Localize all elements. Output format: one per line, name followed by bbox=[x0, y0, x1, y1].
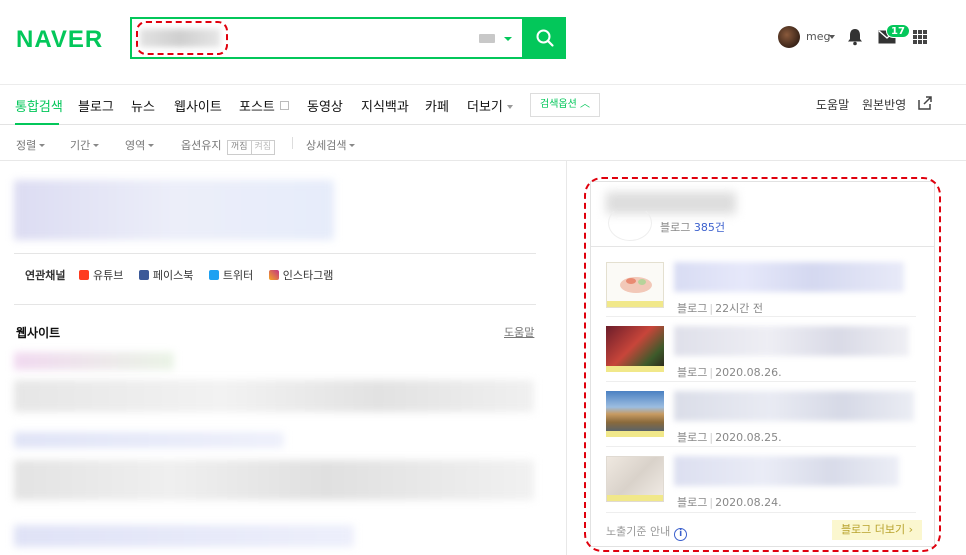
instagram-icon bbox=[268, 270, 279, 280]
tab-post-label: 포스트 bbox=[239, 100, 275, 115]
redacted-text bbox=[14, 460, 534, 500]
search-options-button[interactable]: 검색옵션 ︿ bbox=[530, 93, 600, 117]
apps-grid-icon[interactable] bbox=[913, 30, 927, 44]
chevron-down-icon bbox=[148, 144, 155, 147]
help-link[interactable]: 도움말 bbox=[816, 96, 849, 113]
youtube-icon bbox=[78, 270, 89, 280]
query-highlight-outline bbox=[136, 21, 228, 55]
bell-icon[interactable] bbox=[847, 28, 863, 46]
keep-option-on-toggle[interactable]: 켜짐 bbox=[251, 140, 276, 155]
filter-period-label: 기간 bbox=[70, 139, 91, 152]
channel-instagram-label: 인스타그램 bbox=[282, 269, 334, 282]
filter-divider bbox=[292, 137, 293, 149]
tab-encyclopedia[interactable]: 지식백과 bbox=[361, 96, 409, 115]
search-icon bbox=[536, 29, 554, 47]
website-section-title: 웹사이트 bbox=[16, 326, 61, 340]
filter-bar: 정렬 기간 영역 옵션유지 꺼짐 켜짐 상세검색 bbox=[0, 125, 966, 161]
search-tabs: 통합검색 블로그 뉴스 웹사이트 포스트 동영상 지식백과 카페 더보기 검색옵… bbox=[0, 84, 966, 125]
channel-facebook-label: 페이스북 bbox=[152, 269, 194, 282]
tab-cafe[interactable]: 카페 bbox=[425, 96, 449, 115]
channel-instagram[interactable]: 인스타그램 bbox=[268, 269, 334, 282]
redacted-text bbox=[14, 380, 534, 412]
tab-blog[interactable]: 블로그 bbox=[78, 96, 114, 115]
redacted-link[interactable] bbox=[14, 525, 354, 547]
chevron-down-icon bbox=[39, 144, 46, 147]
search-button[interactable] bbox=[524, 17, 566, 59]
facebook-icon bbox=[138, 270, 149, 280]
filter-keep-option: 옵션유지 꺼짐 켜짐 bbox=[181, 137, 276, 155]
filter-area[interactable]: 영역 bbox=[125, 137, 155, 153]
filter-sort-label: 정렬 bbox=[16, 139, 37, 152]
header: NAVER meg 17 bbox=[0, 0, 966, 84]
filter-detail[interactable]: 상세검색 bbox=[306, 137, 356, 153]
tab-news[interactable]: 뉴스 bbox=[131, 96, 155, 115]
redacted-banner bbox=[14, 180, 334, 240]
divider bbox=[14, 253, 536, 254]
twitter-icon bbox=[208, 270, 219, 280]
chevron-down-icon bbox=[506, 105, 513, 109]
channel-twitter-label: 트위터 bbox=[222, 269, 254, 282]
tab-more-label: 더보기 bbox=[467, 100, 503, 115]
channel-twitter[interactable]: 트위터 bbox=[208, 269, 254, 282]
filter-detail-label: 상세검색 bbox=[306, 139, 347, 152]
channel-youtube-label: 유튜브 bbox=[92, 269, 124, 282]
channel-youtube[interactable]: 유튜브 bbox=[78, 269, 124, 282]
channel-facebook[interactable]: 페이스북 bbox=[138, 269, 194, 282]
tab-website[interactable]: 웹사이트 bbox=[174, 96, 222, 115]
keyboard-icon[interactable] bbox=[479, 34, 495, 43]
tab-more[interactable]: 더보기 bbox=[467, 96, 513, 115]
related-channels: 연관채널 유튜브 페이스북 트위터 인스타그램 bbox=[25, 267, 345, 283]
column-divider bbox=[566, 161, 567, 555]
chevron-down-icon bbox=[349, 144, 356, 147]
tab-integrated[interactable]: 통합검색 bbox=[15, 96, 63, 115]
tab-video[interactable]: 동영상 bbox=[307, 96, 343, 115]
original-link[interactable]: 원본반영 bbox=[862, 96, 906, 113]
related-channels-label: 연관채널 bbox=[25, 269, 66, 282]
chevron-down-icon bbox=[93, 144, 100, 147]
panel-highlight-outline bbox=[584, 177, 941, 552]
naver-logo[interactable]: NAVER bbox=[16, 26, 103, 54]
filter-area-label: 영역 bbox=[125, 139, 146, 152]
post-icon bbox=[279, 101, 289, 110]
keep-option-label: 옵션유지 bbox=[181, 139, 222, 152]
keep-option-off-toggle[interactable]: 꺼짐 bbox=[226, 140, 252, 155]
tab-post[interactable]: 포스트 bbox=[239, 96, 289, 115]
divider bbox=[14, 304, 536, 305]
share-icon[interactable] bbox=[917, 95, 933, 111]
filter-period[interactable]: 기간 bbox=[70, 137, 100, 153]
avatar[interactable] bbox=[778, 26, 800, 48]
redacted-link[interactable] bbox=[14, 352, 174, 370]
search-options-label: 검색옵션 bbox=[540, 99, 577, 110]
chevron-down-icon[interactable] bbox=[829, 35, 835, 39]
naver-search-page: NAVER meg 17 통합검색 블로그 뉴스 웹사이트 포스트 동영상 지식… bbox=[0, 0, 966, 555]
redacted-link[interactable] bbox=[14, 432, 284, 448]
mail-count-badge: 17 bbox=[886, 24, 910, 38]
profile-name[interactable]: meg bbox=[806, 30, 830, 43]
autocomplete-toggle-icon[interactable] bbox=[504, 37, 512, 41]
filter-sort[interactable]: 정렬 bbox=[16, 137, 46, 153]
website-help-link[interactable]: 도움말 bbox=[504, 324, 534, 340]
